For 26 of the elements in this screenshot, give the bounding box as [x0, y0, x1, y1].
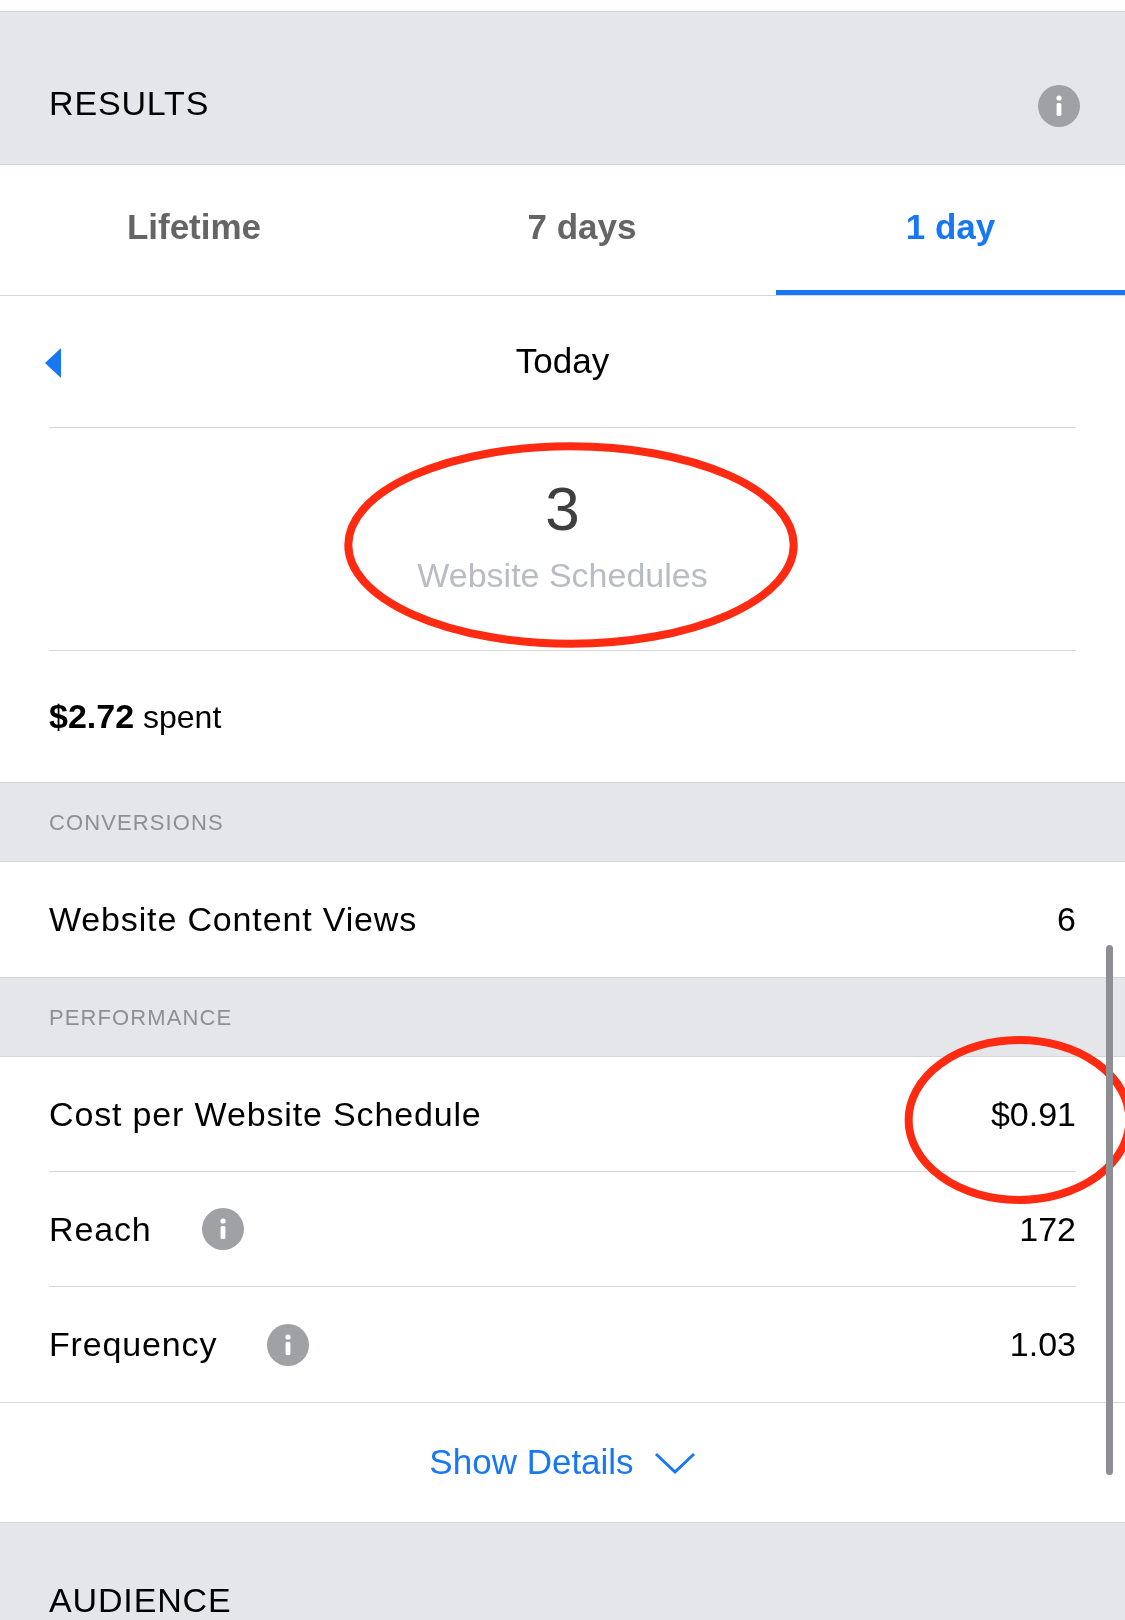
section-header: PERFORMANCE	[49, 1003, 233, 1032]
tab[interactable]: 1 day	[776, 165, 1125, 295]
section-title: RESULTS	[49, 82, 210, 124]
metric-value: 172	[1019, 1208, 1076, 1250]
tab[interactable]: Lifetime	[0, 165, 388, 295]
info-icon[interactable]	[267, 1323, 310, 1366]
tab[interactable]: 7 days	[388, 165, 776, 295]
chevron-down-icon	[653, 1450, 696, 1475]
amount-spent: $2.72 spent	[49, 696, 222, 737]
metric-label: Frequency	[49, 1324, 218, 1365]
period-label: Today	[515, 340, 610, 383]
metric-label: Website Content Views	[49, 899, 418, 940]
section-header: CONVERSIONS	[49, 808, 224, 837]
result-label: Website Schedules	[417, 554, 708, 596]
result-count: 3	[545, 477, 580, 540]
metric-label: Cost per Website Schedule	[49, 1093, 482, 1135]
metric-value: 6	[1057, 899, 1076, 940]
section-title: AUDIENCE	[49, 1580, 232, 1620]
previous-button[interactable]	[45, 348, 63, 378]
show-details-link[interactable]: Show Details	[429, 1436, 696, 1489]
metric-label: Reach	[49, 1208, 152, 1250]
metric-value: $0.91	[990, 1093, 1076, 1135]
scrollbar[interactable]	[1106, 945, 1113, 1475]
metric-value: 1.03	[1009, 1324, 1076, 1365]
info-icon[interactable]	[1038, 85, 1080, 127]
info-icon[interactable]	[201, 1208, 244, 1250]
